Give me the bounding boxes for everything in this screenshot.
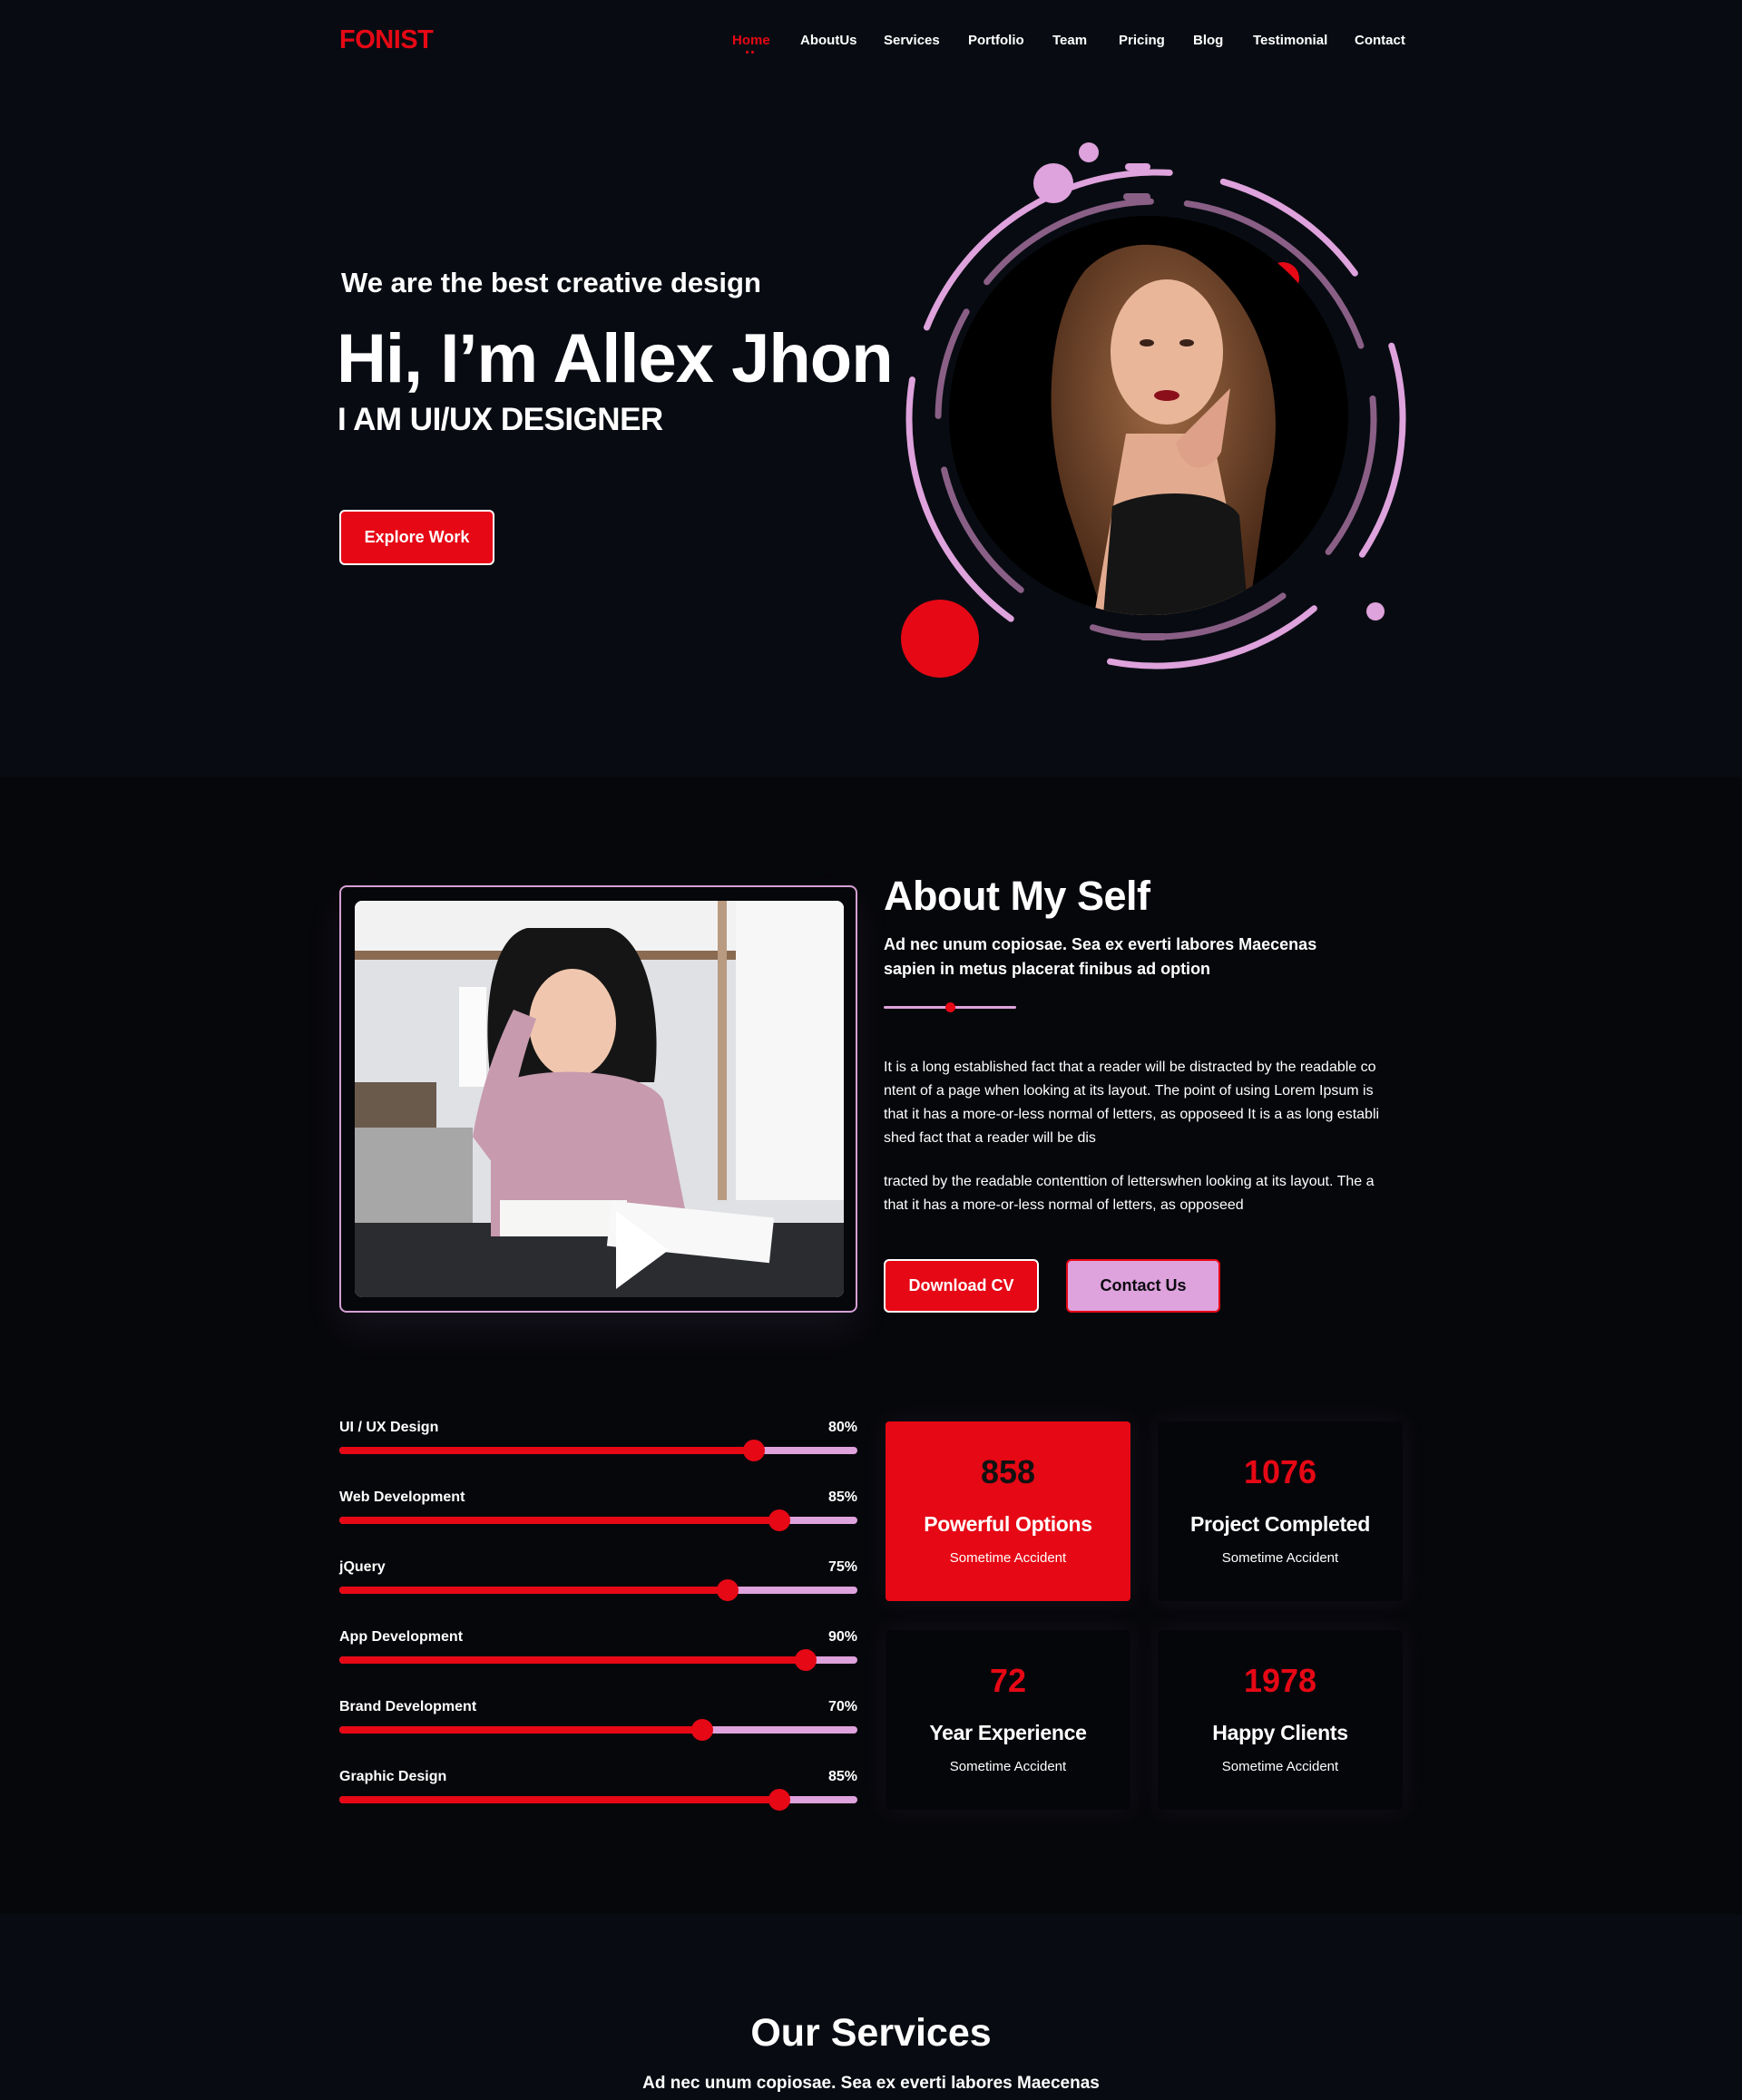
main-nav: Home AboutUs Services Portfolio Team Pri… — [0, 33, 1742, 51]
skill-track — [339, 1579, 857, 1601]
stat-card-year-experience: 72 Year Experience Sometime Accident — [886, 1630, 1130, 1810]
skill-percent: 75% — [827, 1559, 857, 1575]
services-title: Our Services — [750, 2011, 992, 2055]
nav-item-aboutus[interactable]: AboutUs — [800, 33, 857, 48]
skill-graphic-design: Graphic Design 85% — [339, 1769, 857, 1811]
hero-title: Hi, I’m Allex Jhon — [337, 320, 894, 397]
play-icon[interactable] — [609, 1209, 672, 1291]
skill-handle[interactable] — [690, 1719, 713, 1741]
services-subtitle: Ad nec unum copiosae. Sea ex everti labo… — [642, 2074, 1100, 2093]
nav-item-contact[interactable]: Contact — [1355, 33, 1405, 48]
about-photo — [355, 901, 844, 1297]
skill-track — [339, 1719, 857, 1741]
skill-track — [339, 1649, 857, 1671]
nav-item-pricing[interactable]: Pricing — [1119, 33, 1165, 48]
skill-handle[interactable] — [742, 1440, 765, 1461]
services-section: Our Services Ad nec unum copiosae. Sea e… — [0, 1914, 1742, 2100]
stat-card-happy-clients: 1978 Happy Clients Sometime Accident — [1158, 1630, 1403, 1810]
skill-handle[interactable] — [768, 1789, 791, 1811]
skill-jquery: jQuery 75% — [339, 1559, 857, 1601]
skill-web-development: Web Development 85% — [339, 1490, 857, 1531]
skill-name: jQuery — [339, 1559, 386, 1575]
nav-item-portfolio[interactable]: Portfolio — [968, 33, 1024, 48]
skill-handle[interactable] — [794, 1649, 817, 1671]
skill-name: Graphic Design — [339, 1769, 447, 1784]
stat-subtext: Sometime Accident — [949, 1550, 1067, 1566]
stat-label: Project Completed — [1189, 1512, 1371, 1536]
about-paragraph-1: It is a long established fact that a rea… — [884, 1060, 1380, 1146]
about-paragraph-2: tracted by the readable contenttion of l… — [884, 1174, 1375, 1213]
skill-name: App Development — [339, 1629, 464, 1645]
skill-app-development: App Development 90% — [339, 1629, 857, 1671]
stat-card-project-completed: 1076 Project Completed Sometime Accident — [1158, 1421, 1403, 1601]
skill-percent: 85% — [827, 1490, 857, 1505]
stat-label: Powerful Options — [924, 1512, 1092, 1536]
skill-percent: 90% — [827, 1629, 857, 1645]
download-cv-button[interactable]: Download CV — [884, 1259, 1039, 1313]
hero-tagline: We are the best creative design — [341, 267, 761, 298]
skill-name: Brand Development — [339, 1699, 477, 1714]
skill-percent: 80% — [827, 1420, 857, 1435]
stat-number: 72 — [989, 1662, 1027, 1699]
nav-item-home[interactable]: Home — [732, 33, 770, 48]
about-image-frame — [339, 885, 857, 1313]
skill-name: Web Development — [339, 1490, 465, 1505]
nav-item-blog[interactable]: Blog — [1193, 33, 1223, 48]
skill-track — [339, 1509, 857, 1531]
hero-section: FONIST Home AboutUs Services Portfolio T… — [0, 0, 1742, 777]
stat-subtext: Sometime Accident — [949, 1759, 1067, 1774]
explore-work-button[interactable]: Explore Work — [339, 510, 494, 565]
skill-percent: 85% — [827, 1769, 857, 1784]
nav-active-indicator — [746, 51, 755, 54]
section-divider — [884, 1002, 1016, 1012]
skill-ui-ux: UI / UX Design 80% — [339, 1420, 857, 1461]
about-title: About My Self — [884, 873, 1150, 919]
skill-handle[interactable] — [717, 1579, 739, 1601]
nav-item-testimonial[interactable]: Testimonial — [1253, 33, 1327, 48]
contact-us-button[interactable]: Contact Us — [1066, 1259, 1220, 1313]
skill-percent: 70% — [827, 1699, 857, 1714]
stat-number: 1978 — [1243, 1662, 1317, 1699]
stat-subtext: Sometime Accident — [1221, 1550, 1339, 1566]
hero-portrait — [949, 216, 1348, 615]
skill-brand-development: Brand Development 70% — [339, 1699, 857, 1741]
stat-number: 1076 — [1243, 1453, 1317, 1490]
skill-track — [339, 1440, 857, 1461]
skill-handle[interactable] — [768, 1509, 791, 1531]
stat-label: Happy Clients — [1212, 1721, 1348, 1744]
skill-track — [339, 1789, 857, 1811]
nav-item-services[interactable]: Services — [884, 33, 940, 48]
nav-item-team[interactable]: Team — [1052, 33, 1087, 48]
stat-label: Year Experience — [929, 1721, 1087, 1744]
stat-number: 858 — [980, 1453, 1036, 1490]
skill-name: UI / UX Design — [339, 1420, 439, 1435]
about-subtitle: Ad nec unum copiosae. Sea ex everti labo… — [884, 935, 1317, 978]
stat-card-powerful-options: 858 Powerful Options Sometime Accident — [886, 1421, 1130, 1601]
hero-role: I AM UI/UX DESIGNER — [338, 402, 663, 437]
stat-subtext: Sometime Accident — [1221, 1759, 1339, 1774]
